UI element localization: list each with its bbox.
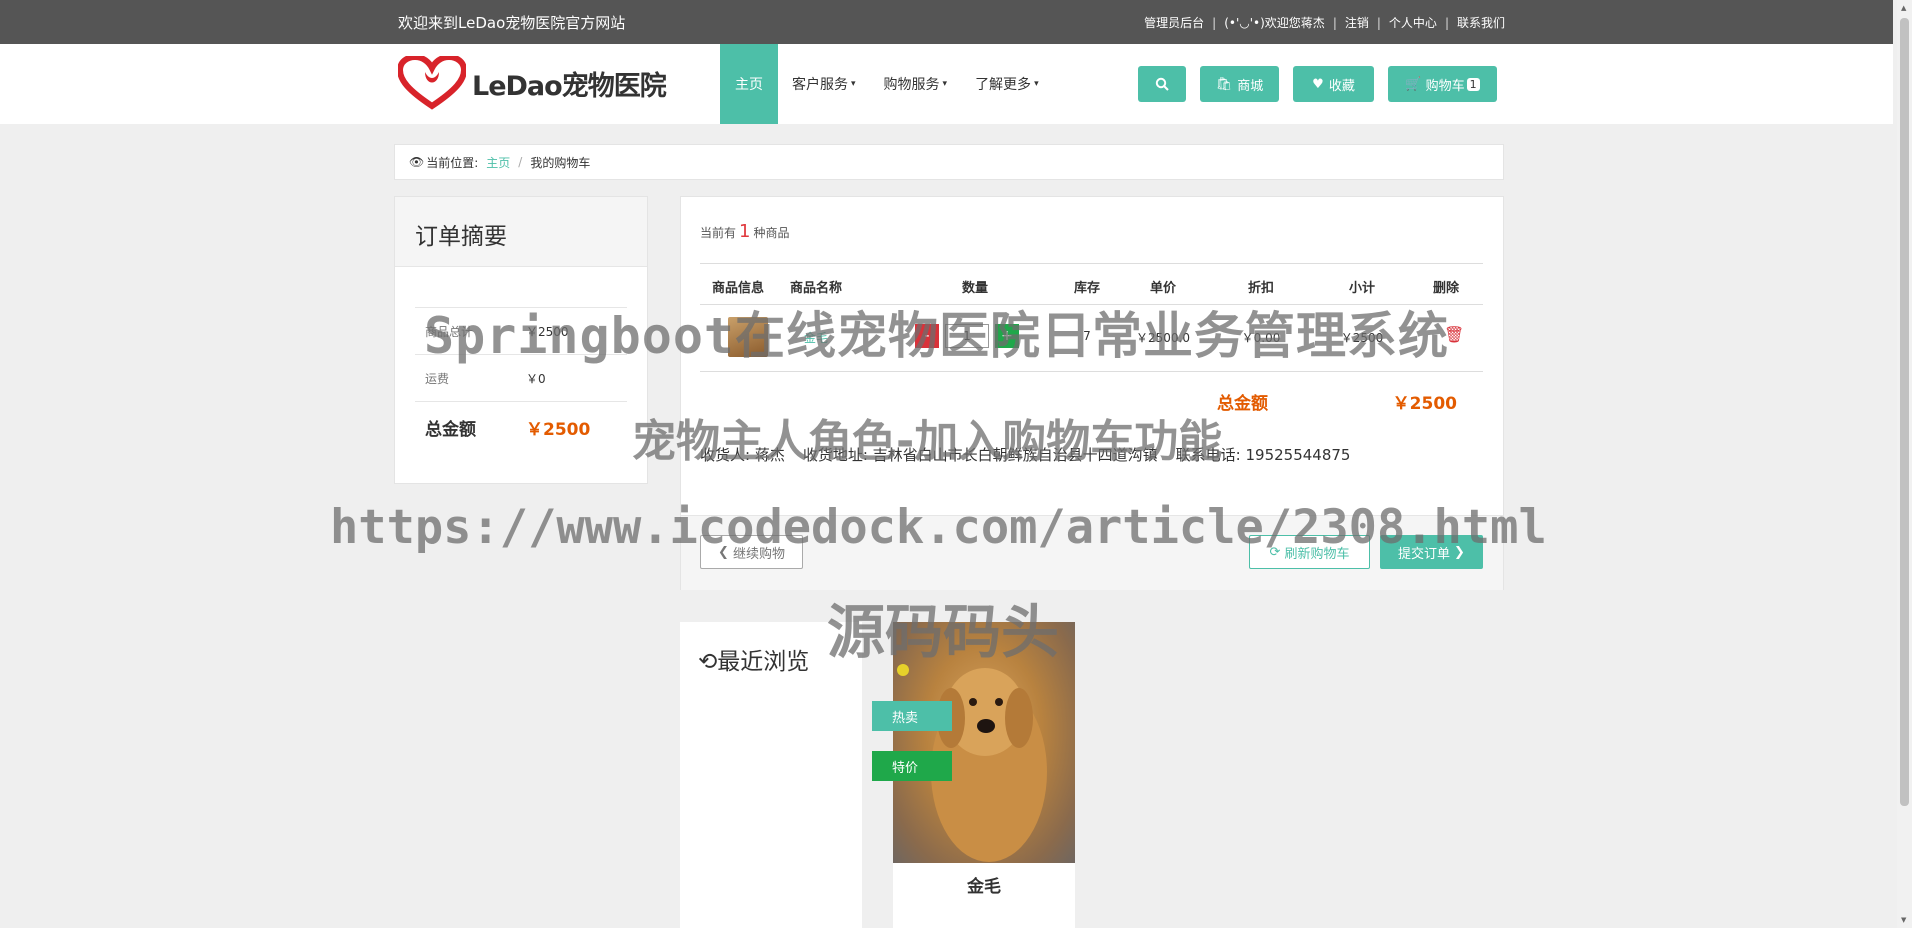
separator: |	[1376, 15, 1381, 30]
nav-label: 了解更多	[975, 77, 1032, 93]
summary-total-label: 总金额	[415, 401, 516, 452]
special-price-ribbon: 特价	[872, 751, 952, 781]
breadcrumb-home-link[interactable]: 主页	[486, 154, 510, 171]
scroll-up-icon[interactable]: ▲	[1901, 4, 1906, 12]
breadcrumb-current: 我的购物车	[530, 155, 591, 170]
nav-learn-more[interactable]: 了解更多 ▾	[961, 44, 1053, 124]
cart-total-label: 总金额	[1217, 394, 1268, 414]
cart-button[interactable]: 🛒 购物车 1	[1388, 66, 1497, 102]
header-product-name: 商品名称	[789, 281, 842, 296]
watermark-line: Springboot在线宠物医院日常业务管理系统	[424, 307, 1450, 365]
cart-total-value: ￥2500	[1392, 394, 1457, 414]
favorites-label: 收藏	[1328, 78, 1355, 94]
search-button[interactable]	[1138, 66, 1186, 102]
cart-count-badge: 1	[1466, 77, 1480, 91]
search-icon	[1155, 77, 1169, 91]
header-delete: 删除	[1432, 281, 1459, 296]
watermark-line: 宠物主人角色-加入购物车功能	[632, 416, 1223, 467]
header-stock: 库存	[1073, 281, 1100, 296]
welcome-text: 欢迎来到LeDao宠物医院官方网站	[398, 14, 626, 32]
header-price: 单价	[1149, 281, 1176, 296]
mall-label: 商城	[1237, 78, 1264, 94]
nav-home[interactable]: 主页	[720, 44, 778, 124]
mall-button[interactable]: 🛍 商城	[1200, 66, 1279, 102]
logo-text: LeDao宠物医院	[472, 70, 667, 102]
user-greeting: (•'◡'•)欢迎您蒋杰	[1224, 16, 1325, 30]
caret-down-icon: ▾	[1034, 79, 1039, 89]
nav-label: 购物服务	[883, 77, 940, 93]
logout-link[interactable]: 注销	[1345, 14, 1369, 31]
separator: |	[1444, 15, 1449, 30]
nav-label: 客户服务	[792, 77, 848, 93]
nav-label: 主页	[735, 77, 763, 93]
breadcrumb-separator: /	[518, 155, 523, 169]
separator: |	[1332, 15, 1337, 30]
history-icon: ⟲	[698, 649, 718, 675]
site-logo[interactable]: LeDao宠物医院	[398, 56, 667, 110]
cart-item-count: 当前有 1 种商品	[700, 221, 789, 242]
nav-customer-service[interactable]: 客户服务 ▾	[778, 44, 870, 124]
nav-buttons: 🛍 商城 ♥ 收藏 🛒 购物车 1	[1138, 66, 1497, 102]
order-summary-title: 订单摘要	[395, 197, 647, 267]
shopping-bag-icon: 🛍	[1215, 76, 1233, 92]
count-number: 1	[739, 221, 751, 242]
summary-total-row: 总金额 ￥2500	[415, 401, 627, 452]
cart-label: 购物车	[1425, 78, 1465, 94]
watermark-line: 源码码头	[827, 598, 1060, 666]
user-center-link[interactable]: 个人中心	[1389, 14, 1437, 31]
count-prefix: 当前有	[700, 226, 737, 240]
recently-viewed-title: ⟲最近浏览	[698, 642, 809, 676]
contact-link[interactable]: 联系我们	[1457, 14, 1505, 31]
caret-down-icon: ▾	[851, 79, 856, 89]
top-bar: 欢迎来到LeDao宠物医院官方网站 管理员后台 | (•'◡'•)欢迎您蒋杰 |…	[0, 0, 1893, 44]
main-navbar: LeDao宠物医院 主页 客户服务 ▾ 购物服务 ▾ 了解更多 ▾ 🛍 商城 ♥ 收藏 🛒…	[0, 44, 1893, 124]
watermark-line: https://www.icodedock.com/article/2308.h…	[330, 500, 1547, 555]
header-discount: 折扣	[1247, 281, 1274, 296]
hot-sale-ribbon: 热卖	[872, 701, 952, 731]
product-card-name[interactable]: 金毛	[893, 872, 1075, 897]
count-suffix: 种商品	[753, 226, 790, 240]
nav-menu: 主页 客户服务 ▾ 购物服务 ▾ 了解更多 ▾	[720, 44, 1053, 124]
header-subtotal: 小计	[1348, 281, 1375, 296]
breadcrumb-prefix: 当前位置:	[426, 155, 479, 170]
heart-icon: ♥	[1312, 76, 1324, 92]
scroll-down-icon[interactable]: ▼	[1901, 916, 1906, 924]
cart-total: 总金额 ￥2500	[1217, 389, 1457, 414]
nav-shopping-service[interactable]: 购物服务 ▾	[870, 44, 962, 124]
separator: |	[1212, 15, 1217, 30]
eye-icon: 👁	[409, 155, 425, 169]
admin-link[interactable]: 管理员后台	[1144, 14, 1204, 31]
recently-viewed-label: 最近浏览	[717, 649, 810, 675]
page-scrollbar[interactable]: ▲ ▼	[1897, 0, 1912, 928]
heart-logo-icon	[398, 56, 466, 110]
summary-total-value: ￥2500	[516, 401, 627, 452]
caret-down-icon: ▾	[942, 79, 948, 89]
header-product-info: 商品信息	[711, 281, 764, 296]
top-links: 管理员后台 | (•'◡'•)欢迎您蒋杰 | 注销 | 个人中心 | 联系我们	[1144, 14, 1505, 31]
header-quantity: 数量	[961, 281, 988, 296]
cart-icon: 🛒	[1405, 76, 1422, 92]
breadcrumb: 👁 当前位置: 主页 / 我的购物车	[394, 144, 1504, 180]
scrollbar-thumb[interactable]	[1900, 18, 1909, 806]
favorites-button[interactable]: ♥ 收藏	[1293, 66, 1374, 102]
